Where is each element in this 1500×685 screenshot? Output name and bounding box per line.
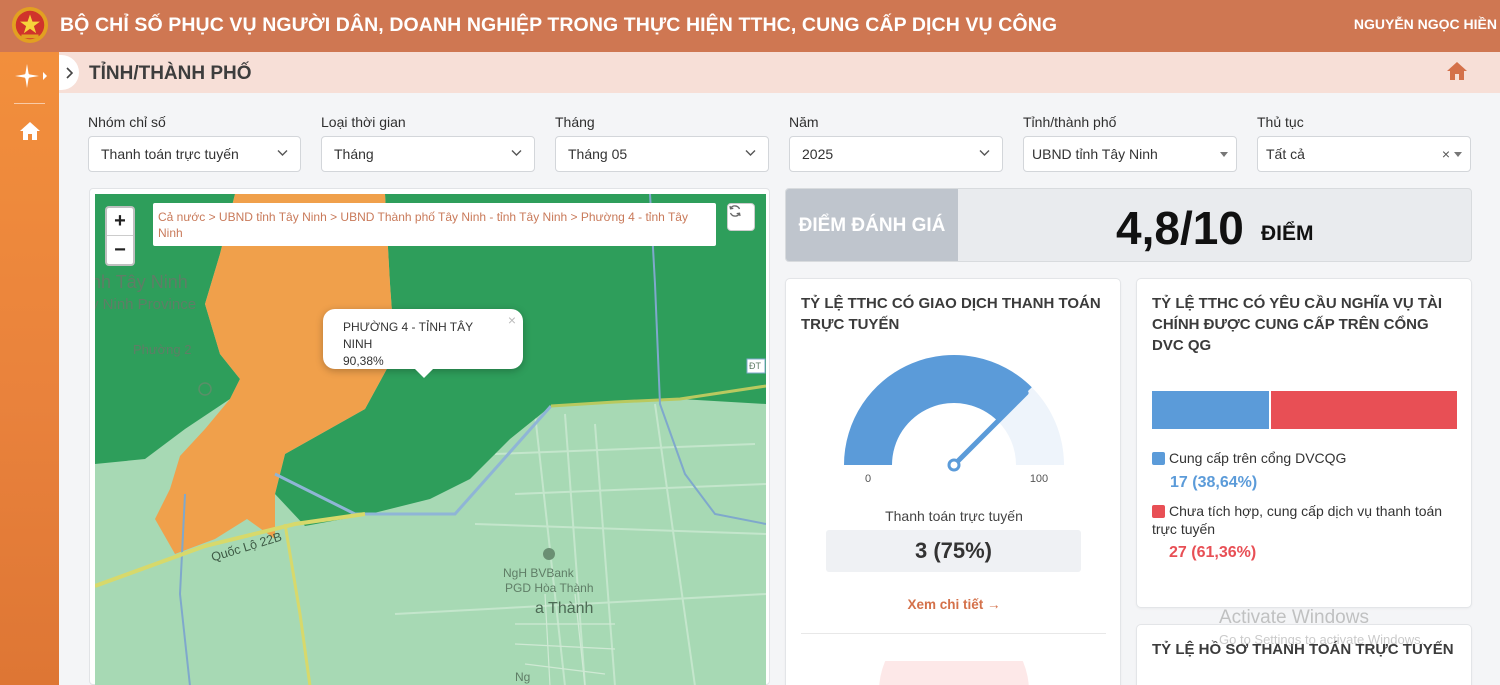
filter-label: Tháng xyxy=(555,114,595,130)
filter-time-type: Loại thời gian Tháng xyxy=(321,114,535,172)
filter-month: Tháng Tháng 05 xyxy=(555,114,769,172)
top-header-bar: BỘ CHỈ SỐ PHỤC VỤ NGƯỜI DÂN, DOANH NGHIỆ… xyxy=(0,0,1500,52)
filter-label: Nhóm chỉ số xyxy=(88,114,166,130)
sidebar-divider xyxy=(14,103,45,104)
home-icon xyxy=(1447,62,1467,80)
map-label-small: Ng xyxy=(515,670,531,684)
gauge-chart: 0 100 xyxy=(844,355,1064,485)
chevron-down-icon xyxy=(745,150,756,156)
zoom-in-button[interactable]: + xyxy=(107,208,133,236)
legend-item-not-integrated[interactable]: Chưa tích hợp, cung cấp dịch vụ thanh to… xyxy=(1152,502,1452,538)
page-title-bar: TỈNH/THÀNH PHỐ xyxy=(59,52,1500,93)
legend-label: Cung cấp trên cổng DVCQG xyxy=(1169,450,1347,466)
procedure-select[interactable]: Tất cả × xyxy=(1257,136,1471,172)
map-breadcrumb[interactable]: Cả nước > UBND tỉnh Tây Ninh > UBND Thàn… xyxy=(153,203,716,246)
national-emblem-icon[interactable] xyxy=(11,6,49,44)
map-reset-button[interactable] xyxy=(727,203,755,231)
filter-label: Loại thời gian xyxy=(321,114,406,130)
map-popup: × PHƯỜNG 4 - TỈNH TÂY NINH 90,38% xyxy=(323,309,523,378)
compass-icon xyxy=(14,64,47,88)
select-value: Thanh toán trực tuyến xyxy=(101,146,239,162)
select-value: Tháng xyxy=(334,146,374,162)
home-button[interactable] xyxy=(1446,61,1468,86)
province-select[interactable]: UBND tỉnh Tây Ninh xyxy=(1023,136,1237,172)
select-value: 2025 xyxy=(802,146,834,162)
filter-label: Thủ tục xyxy=(1257,114,1304,130)
app-title: BỘ CHỈ SỐ PHỤC VỤ NGƯỜI DÂN, DOANH NGHIỆ… xyxy=(60,14,1058,36)
bar-segment-provided[interactable] xyxy=(1152,391,1270,429)
filter-province: Tỉnh/thành phố UBND tỉnh Tây Ninh xyxy=(1023,114,1237,172)
map-label-city: nh Tây Ninh xyxy=(95,272,188,292)
score-label: ĐIỂM ĐÁNH GIÁ xyxy=(786,189,958,261)
map-label-bank-branch: PGD Hòa Thành xyxy=(505,581,594,595)
chevron-down-icon xyxy=(277,150,288,156)
filter-procedure: Thủ tục Tất cả × xyxy=(1257,114,1471,172)
view-detail-link[interactable]: Xem chi tiết → xyxy=(786,597,1122,612)
indicator-group-select[interactable]: Thanh toán trực tuyến xyxy=(88,136,301,172)
map-view[interactable]: nh Tây Ninh y Ninh Province Phường 2 Quố… xyxy=(95,194,766,685)
legend-swatch xyxy=(1152,505,1165,518)
map-label-town: a Thành xyxy=(535,600,594,617)
select-value: UBND tỉnh Tây Ninh xyxy=(1032,146,1158,162)
sidebar-toggle-button[interactable] xyxy=(59,55,79,90)
online-payment-card: TỶ LỆ TTHC CÓ GIAO DỊCH THANH TOÁN TRỰC … xyxy=(785,278,1121,685)
map-label-route: ĐT xyxy=(749,361,761,371)
popup-ward-value: 90,38% xyxy=(343,354,384,368)
filter-indicator-group: Nhóm chỉ số Thanh toán trực tuyến xyxy=(88,114,301,172)
home-icon xyxy=(19,122,40,140)
bar-segment-not-integrated[interactable] xyxy=(1271,391,1457,429)
stacked-bar xyxy=(1152,391,1457,429)
map-regions xyxy=(95,194,766,685)
map-label-province: y Ninh Province xyxy=(95,296,197,313)
close-icon[interactable]: × xyxy=(508,312,516,329)
legend-label: Chưa tích hợp, cung cấp dịch vụ thanh to… xyxy=(1152,503,1443,537)
legend-item-provided[interactable]: Cung cấp trên cổng DVCQG xyxy=(1152,450,1346,466)
filter-label: Năm xyxy=(789,114,819,130)
select-value: Tháng 05 xyxy=(568,146,628,162)
time-type-select[interactable]: Tháng xyxy=(321,136,535,172)
chevron-down-icon xyxy=(511,150,522,156)
chevron-right-icon xyxy=(66,66,73,79)
year-select[interactable]: 2025 xyxy=(789,136,1003,172)
refresh-icon xyxy=(729,205,741,217)
metric-value: 3 (75%) xyxy=(826,530,1081,572)
gauge-max-label: 100 xyxy=(1030,473,1048,484)
sidebar-item-overview[interactable] xyxy=(0,56,59,96)
score-value: 4,8/10 xyxy=(1116,202,1244,254)
filter-label: Tỉnh/thành phố xyxy=(1023,114,1117,130)
zoom-control: + − xyxy=(105,206,135,266)
metric-label: Thanh toán trực tuyến xyxy=(885,508,1023,524)
map-card: nh Tây Ninh y Ninh Province Phường 2 Quố… xyxy=(89,188,770,685)
next-chart-preview xyxy=(879,661,1029,685)
zoom-out-button[interactable]: − xyxy=(107,236,133,264)
sidebar-item-home[interactable] xyxy=(0,111,59,151)
filter-year: Năm 2025 xyxy=(789,114,1003,172)
caret-down-icon xyxy=(1220,152,1228,157)
card-title: TỶ LỆ TTHC CÓ YÊU CẦU NGHĨA VỤ TÀI CHÍNH… xyxy=(1152,295,1443,354)
financial-obligation-card: TỶ LỆ TTHC CÓ YÊU CẦU NGHĨA VỤ TÀI CHÍNH… xyxy=(1136,278,1472,608)
legend-value-not-integrated: 27 (61,36%) xyxy=(1169,544,1257,561)
card-title: TỶ LỆ TTHC CÓ GIAO DỊCH THANH TOÁN TRỰC … xyxy=(801,295,1101,333)
legend-value-provided: 17 (38,64%) xyxy=(1170,474,1258,491)
page-title: TỈNH/THÀNH PHỐ xyxy=(89,63,252,84)
caret-down-icon xyxy=(1454,152,1462,157)
map-label-ward: Phường 2 xyxy=(133,342,192,357)
select-value: Tất cả xyxy=(1266,146,1305,162)
month-select[interactable]: Tháng 05 xyxy=(555,136,769,172)
gauge-min-label: 0 xyxy=(865,473,871,484)
gauge: 0 100 xyxy=(826,354,1086,485)
score-unit: ĐIỂM xyxy=(1261,222,1314,245)
chevron-down-icon xyxy=(979,150,990,156)
map-label-bank: NgH BVBank xyxy=(503,566,574,580)
popup-ward-name: PHƯỜNG 4 - TỈNH TÂY NINH xyxy=(343,320,473,351)
card-divider xyxy=(801,633,1106,634)
legend-swatch xyxy=(1152,452,1165,465)
windows-watermark: Activate Windows xyxy=(1219,607,1369,628)
score-card: ĐIỂM ĐÁNH GIÁ 4,8/10 ĐIỂM xyxy=(785,188,1472,262)
user-name[interactable]: NGUYỄN NGỌC HIỀN xyxy=(1354,16,1497,32)
sidebar xyxy=(0,52,59,685)
windows-watermark-sub: Go to Settings to activate Windows. xyxy=(1219,632,1425,647)
gauge-fill xyxy=(844,355,1032,465)
clear-icon[interactable]: × xyxy=(1442,146,1450,162)
